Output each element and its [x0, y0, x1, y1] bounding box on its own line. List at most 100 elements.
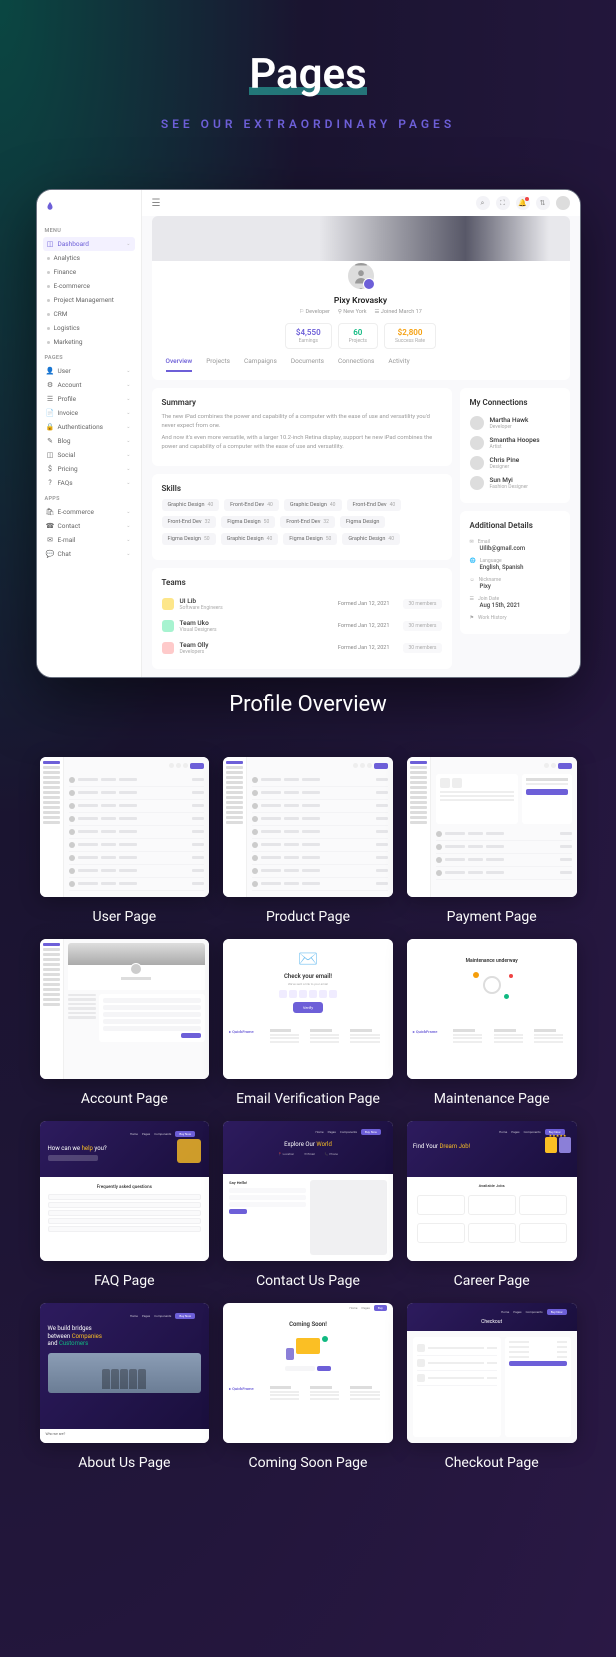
bell-icon[interactable]: 🔔 [516, 196, 530, 210]
skill-tag[interactable]: Figma Design [340, 516, 385, 528]
user-avatar[interactable] [556, 196, 570, 210]
sidebar-item-marketing[interactable]: Marketing [43, 335, 135, 349]
menu-heading: MENU [45, 228, 135, 234]
sidebar-item-pricing[interactable]: $Pricing⌄ [43, 462, 135, 476]
profile-meta: ⚲ New York [338, 309, 367, 315]
thumbnail-caption: Email Verification Page [223, 1091, 393, 1107]
sidebar-item-logistics[interactable]: Logistics [43, 321, 135, 335]
thumbnail-checkout-page[interactable]: HomePagesComponentsBuy NowCheckout [407, 1303, 577, 1443]
details-title: Additional Details [470, 521, 560, 530]
settings-icon[interactable]: ⇅ [536, 196, 550, 210]
sidebar-item-dashboard[interactable]: ◫Dashboard⌄ [43, 237, 135, 251]
summary-card: Summary The new iPad combines the power … [152, 388, 452, 466]
thumbnail-user-page[interactable] [40, 757, 210, 897]
sidebar-item-account[interactable]: ⚙Account⌄ [43, 378, 135, 392]
sidebar-item-e-mail[interactable]: ✉E-mail⌄ [43, 533, 135, 547]
profile-meta: ☰ Joined March 17 [375, 309, 422, 315]
main-caption: Profile Overview [0, 692, 616, 717]
summary-text: And now it's even more versatile, with a… [162, 434, 442, 451]
detail-row: ✉EmailUilib@gmail.com [470, 536, 560, 555]
connection-row[interactable]: Chris PineDesigner [470, 453, 560, 473]
thumbnail-about-us-page[interactable]: HomePagesComponentsBuy NowWe build bridg… [40, 1303, 210, 1443]
skill-tag[interactable]: Graphic Design40 [162, 499, 220, 511]
tab-campaigns[interactable]: Campaigns [244, 357, 277, 372]
thumbnail-email-verification-page[interactable]: ✉️Check your email!We've sent a link to … [223, 939, 393, 1079]
connection-row[interactable]: Martha HawkDeveloper [470, 413, 560, 433]
sidebar-item-analytics[interactable]: Analytics [43, 251, 135, 265]
team-row[interactable]: Team UkoVisual DesignersFormed Jan 12, 2… [162, 615, 442, 637]
thumbnail-faq-page[interactable]: HomePagesComponentsBuy NowHow can we hel… [40, 1121, 210, 1261]
detail-row: 🌐LanguageEnglish, Spanish [470, 555, 560, 574]
stat-card: 60Projects [338, 323, 378, 349]
thumbnail-caption: Contact Us Page [223, 1273, 393, 1289]
sidebar-item-chat[interactable]: 💬Chat⌄ [43, 547, 135, 561]
sidebar-item-authentications[interactable]: 🔒Authentications⌄ [43, 420, 135, 434]
connection-row[interactable]: Smantha HoopesArtist [470, 433, 560, 453]
detail-row: ☰Join DateAug 15th, 2021 [470, 593, 560, 612]
skill-tag[interactable]: Front-End Dev32 [162, 516, 217, 528]
skill-tag[interactable]: Figma Design50 [221, 516, 275, 528]
expand-icon[interactable]: ⛶ [496, 196, 510, 210]
skill-tag[interactable]: Graphic Design40 [342, 533, 400, 545]
thumbnail-payment-page[interactable] [407, 757, 577, 897]
profile-meta: ⚐ Developer [299, 309, 330, 315]
thumbnail-caption: User Page [40, 909, 210, 925]
skill-tag[interactable]: Graphic Design40 [221, 533, 279, 545]
skills-card: Skills Graphic Design40Front-End Dev40Gr… [152, 474, 452, 560]
thumbnail-caption: Career Page [407, 1273, 577, 1289]
skill-tag[interactable]: Front-End Dev40 [347, 499, 402, 511]
thumbnail-caption: FAQ Page [40, 1273, 210, 1289]
skill-tag[interactable]: Figma Design50 [283, 533, 337, 545]
thumbnail-product-page[interactable] [223, 757, 393, 897]
sidebar-item-e-commerce[interactable]: E-commerce [43, 279, 135, 293]
thumbnail-account-page[interactable] [40, 939, 210, 1079]
skill-tag[interactable]: Front-End Dev32 [280, 516, 335, 528]
logo-icon [45, 200, 55, 212]
stat-card: $4,550Earnings [285, 323, 332, 349]
skill-tag[interactable]: Front-End Dev40 [224, 499, 279, 511]
sidebar-item-blog[interactable]: ✎Blog⌄ [43, 434, 135, 448]
sidebar-item-social[interactable]: ◫Social⌄ [43, 448, 135, 462]
thumbnail-maintenance-page[interactable]: Maintenance underway▸ QuickFrame [407, 939, 577, 1079]
connections-title: My Connections [470, 398, 560, 407]
thumbnail-caption: Payment Page [407, 909, 577, 925]
browser-frame: MENU ◫Dashboard⌄AnalyticsFinanceE-commer… [36, 189, 581, 678]
page-title: Pages [249, 50, 366, 99]
sidebar-item-contact[interactable]: ☎Contact⌄ [43, 519, 135, 533]
hamburger-icon[interactable]: ☰ [152, 198, 161, 209]
thumbnail-caption: Checkout Page [407, 1455, 577, 1471]
sidebar-item-faqs[interactable]: ?FAQs⌄ [43, 476, 135, 490]
sidebar-item-crm[interactable]: CRM [43, 307, 135, 321]
thumbnail-career-page[interactable]: HomePagesComponentsBuy NowFind Your Drea… [407, 1121, 577, 1261]
thumbnail-caption: Coming Soon Page [223, 1455, 393, 1471]
thumbnail-coming-soon-page[interactable]: HomePagesBuyComing Soon!▸ QuickFrame [223, 1303, 393, 1443]
teams-title: Teams [162, 578, 442, 587]
sidebar-item-invoice[interactable]: 📄Invoice⌄ [43, 406, 135, 420]
sidebar-item-user[interactable]: 👤User⌄ [43, 364, 135, 378]
sidebar-item-profile[interactable]: ☰Profile⌄ [43, 392, 135, 406]
details-card: Additional Details ✉EmailUilib@gmail.com… [460, 511, 570, 634]
sidebar-item-project-management[interactable]: Project Management [43, 293, 135, 307]
thumbnail-contact-us-page[interactable]: HomePagesComponentsBuy NowExplore Our Wo… [223, 1121, 393, 1261]
skill-tag[interactable]: Graphic Design40 [284, 499, 342, 511]
tab-overview[interactable]: Overview [166, 357, 193, 372]
team-row[interactable]: Team OllyDevelopersFormed Jan 12, 202130… [162, 637, 442, 659]
apps-heading: APPS [45, 496, 135, 502]
search-icon[interactable]: ⌕ [476, 196, 490, 210]
summary-text: The new iPad combines the power and capa… [162, 413, 442, 430]
team-row[interactable]: UI LibSoftware EngineersFormed Jan 12, 2… [162, 593, 442, 615]
tab-projects[interactable]: Projects [206, 357, 230, 372]
sidebar-item-e-commerce[interactable]: 🛍E-commerce⌄ [43, 505, 135, 519]
profile-name: Pixy Krovasky [152, 296, 570, 306]
skill-tag[interactable]: Figma Design50 [162, 533, 216, 545]
sidebar-item-finance[interactable]: Finance [43, 265, 135, 279]
tab-activity[interactable]: Activity [388, 357, 409, 372]
connection-row[interactable]: Sun MyiFashion Designer [470, 473, 560, 493]
connections-card: My Connections Martha HawkDeveloperSmant… [460, 388, 570, 503]
topbar: ☰ ⌕ ⛶ 🔔 ⇅ [142, 190, 580, 216]
pages-heading: PAGES [45, 355, 135, 361]
tab-connections[interactable]: Connections [338, 357, 374, 372]
profile-avatar[interactable] [346, 261, 376, 291]
tab-documents[interactable]: Documents [291, 357, 324, 372]
detail-row: ☺NicknamePixy [470, 574, 560, 593]
